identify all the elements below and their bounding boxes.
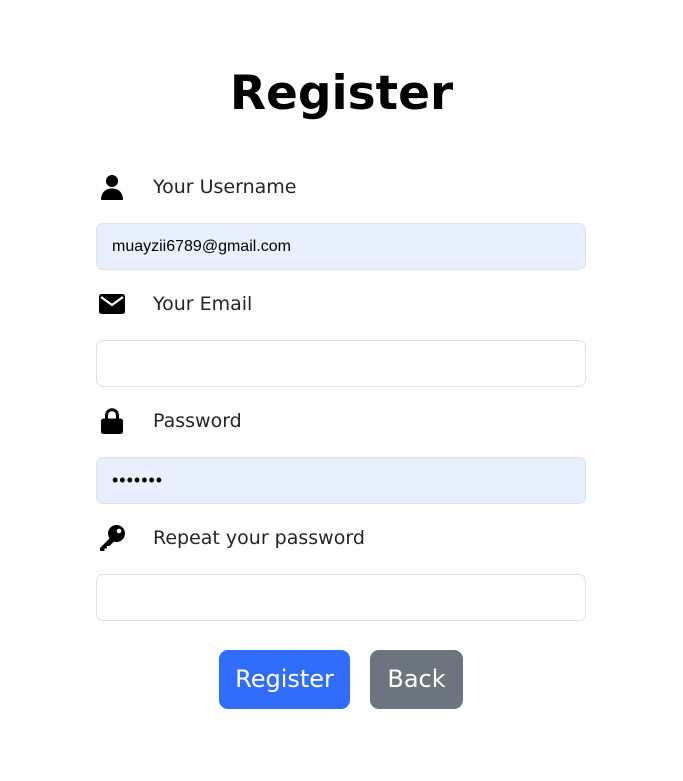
password-label-row: Password bbox=[96, 401, 586, 441]
email-label-row: Your Email bbox=[96, 284, 586, 324]
repeat-password-field-group: Repeat your password bbox=[96, 518, 586, 621]
email-field-group: Your Email bbox=[96, 284, 586, 387]
password-field-group: Password bbox=[96, 401, 586, 504]
username-input[interactable] bbox=[96, 223, 586, 270]
key-icon bbox=[96, 524, 128, 552]
repeat-password-label-row: Repeat your password bbox=[96, 518, 586, 558]
repeat-password-label: Repeat your password bbox=[153, 527, 365, 549]
lock-icon bbox=[96, 407, 128, 435]
envelope-icon bbox=[96, 290, 128, 318]
email-label: Your Email bbox=[153, 293, 253, 315]
back-button[interactable]: Back bbox=[370, 650, 463, 709]
username-field-group: Your Username bbox=[96, 167, 586, 270]
repeat-password-input[interactable] bbox=[96, 574, 586, 621]
email-input[interactable] bbox=[96, 340, 586, 387]
user-icon bbox=[96, 173, 128, 201]
page-title: Register bbox=[229, 66, 454, 121]
username-label-row: Your Username bbox=[96, 167, 586, 207]
username-label: Your Username bbox=[153, 176, 297, 198]
password-input[interactable] bbox=[96, 457, 586, 504]
password-label: Password bbox=[153, 410, 242, 432]
register-button[interactable]: Register bbox=[219, 650, 350, 709]
